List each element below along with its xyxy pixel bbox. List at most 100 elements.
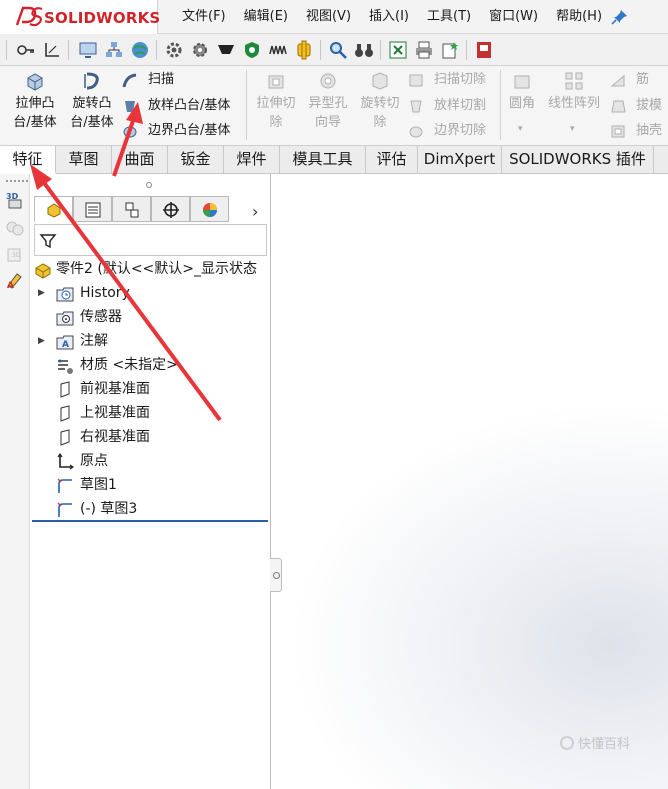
pin-icon[interactable] [610, 8, 630, 26]
revolve-boss-button[interactable]: 旋转凸 台/基体 [64, 70, 120, 132]
tree-item-sketch3[interactable]: (-) 草图3 [38, 498, 266, 520]
binoculars-icon[interactable] [354, 40, 374, 60]
menu-view[interactable]: 视图(V) [296, 0, 359, 34]
fillet-dropdown-icon[interactable]: ▾ [518, 124, 523, 134]
hole-wizard-label: 异型孔 向导 [308, 96, 348, 130]
tree-root-part[interactable]: 零件2 (默认<<默认>_显示状态 [34, 258, 270, 280]
tree-root-label: 零件2 (默认<<默认>_显示状态 [56, 261, 258, 277]
tree-item-top-plane[interactable]: 上视基准面 [38, 402, 266, 424]
draft-button[interactable]: 拔模 [610, 95, 668, 117]
monitor-icon[interactable] [78, 40, 98, 60]
3d-views-icon[interactable]: 3D [5, 190, 25, 210]
plugin-icon[interactable] [294, 40, 314, 60]
new-document-icon[interactable] [440, 40, 460, 60]
panel-tab-propertymanager[interactable] [73, 196, 112, 222]
fillet-button[interactable]: 圆角 [503, 70, 541, 113]
tree-item-annotations[interactable]: ▶ A 注解 [38, 330, 266, 352]
swept-cut-icon [409, 74, 423, 87]
tab-sheet-metal[interactable]: 钣金 [168, 146, 224, 174]
tree-item-sketch1[interactable]: 草图1 [38, 474, 266, 496]
tree-item-front-plane[interactable]: 前视基准面 [38, 378, 266, 400]
expand-arrow-icon[interactable]: ▶ [38, 282, 48, 304]
ribbon-separator [500, 70, 501, 140]
display-states-icon[interactable] [5, 218, 25, 238]
panel-grip[interactable] [146, 182, 152, 188]
globe-icon[interactable] [130, 40, 150, 60]
tree-item-material[interactable]: 材质 <未指定> [38, 354, 266, 376]
menu-window[interactable]: 窗口(W) [479, 0, 546, 34]
tree-item-sensors[interactable]: 传感器 [38, 306, 266, 328]
network-icon[interactable] [104, 40, 124, 60]
splitter-handle[interactable] [270, 558, 282, 592]
linear-pattern-button[interactable]: 线性阵列 [544, 70, 604, 113]
menu-tools[interactable]: 工具(T) [417, 0, 479, 34]
boundary-cut-button[interactable]: 边界切除 [408, 120, 498, 142]
rollback-bar[interactable] [32, 520, 268, 522]
tab-features[interactable]: 特征 [0, 146, 56, 174]
view-palette-icon[interactable]: 3D [5, 244, 25, 264]
swept-cut-button[interactable]: 扫描切除 [408, 69, 498, 91]
tree-item-label: 草图1 [80, 477, 117, 493]
tree-item-label: 传感器 [80, 309, 122, 325]
printer-icon[interactable] [414, 40, 434, 60]
sweep-button[interactable]: 扫描 [122, 69, 232, 91]
panel-tab-dimxpertmanager[interactable] [151, 196, 190, 222]
extrude-boss-button[interactable]: 拉伸凸 台/基体 [8, 70, 62, 132]
boundary-boss-icon [123, 126, 137, 138]
rib-button[interactable]: 筋 [610, 69, 668, 91]
linear-pattern-dropdown-icon[interactable]: ▾ [570, 124, 575, 134]
menu-file[interactable]: 文件(F) [172, 0, 234, 34]
hole-wizard-button[interactable]: 异型孔 向导 [302, 70, 354, 132]
tab-mold-tools[interactable]: 模具工具 [280, 146, 366, 174]
magnifier-icon[interactable] [328, 40, 348, 60]
shell-button[interactable]: 抽壳 [610, 120, 668, 142]
strip-grip[interactable] [6, 180, 28, 183]
shield-icon[interactable] [242, 40, 262, 60]
tab-surfaces[interactable]: 曲面 [112, 146, 168, 174]
tab-dimxpert[interactable]: DimXpert [418, 146, 502, 174]
tree-item-origin[interactable]: 原点 [38, 450, 266, 472]
plane-icon [60, 381, 70, 398]
tab-solidworks-addins[interactable]: SOLIDWORKS 插件 [502, 146, 654, 174]
appearances-icon[interactable]: A [5, 270, 25, 290]
graphics-area[interactable] [282, 174, 668, 789]
smart-dimension-icon[interactable] [42, 40, 62, 60]
propertymanager-tab-icon [85, 202, 101, 218]
expand-arrow-icon[interactable]: ▶ [38, 330, 48, 352]
book-icon[interactable] [474, 40, 494, 60]
tree-item-label: 注解 [80, 333, 108, 349]
panel-splitter[interactable] [270, 174, 282, 789]
tab-weldments[interactable]: 焊件 [224, 146, 280, 174]
tree-item-right-plane[interactable]: 右视基准面 [38, 426, 266, 448]
chevron-right-icon[interactable]: › [252, 202, 258, 221]
panel-tab-displaymanager[interactable] [190, 196, 229, 222]
boundary-boss-button[interactable]: 边界凸台/基体 [122, 120, 242, 142]
gear-icon[interactable] [164, 40, 184, 60]
excel-icon[interactable] [388, 40, 408, 60]
spring-icon[interactable] [268, 40, 288, 60]
loft-boss-label: 放样凸台/基体 [148, 98, 231, 113]
funnel-icon[interactable] [216, 40, 236, 60]
tree-filter-box[interactable] [34, 224, 267, 256]
panel-tab-configurationmanager[interactable] [112, 196, 151, 222]
loft-boss-button[interactable]: 放样凸台/基体 [122, 95, 242, 117]
revolve-cut-button[interactable]: 旋转切 除 [354, 70, 406, 132]
sketch-icon [57, 502, 72, 517]
tab-sketch[interactable]: 草图 [56, 146, 112, 174]
gear-settings-icon[interactable] [190, 40, 210, 60]
rib-icon [610, 74, 625, 87]
lofted-cut-button[interactable]: 放样切割 [408, 95, 498, 117]
toolbar-separator [6, 40, 7, 60]
featuremanager-tab-icon [47, 203, 61, 218]
tree-item-history[interactable]: ▶ History [38, 282, 266, 304]
swept-cut-label: 扫描切除 [434, 72, 487, 87]
menu-edit[interactable]: 编辑(E) [234, 0, 296, 34]
tree-item-label: (-) 草图3 [80, 501, 138, 517]
key-icon[interactable] [16, 40, 36, 60]
menu-help[interactable]: 帮助(H) [546, 0, 610, 34]
tab-evaluate[interactable]: 评估 [366, 146, 418, 174]
solidworks-logo[interactable]: SOLIDWORKS [0, 0, 160, 34]
extrude-cut-button[interactable]: 拉伸切 除 [250, 70, 302, 132]
panel-tab-featuremanager[interactable] [34, 196, 73, 222]
menu-insert[interactable]: 插入(I) [359, 0, 417, 34]
